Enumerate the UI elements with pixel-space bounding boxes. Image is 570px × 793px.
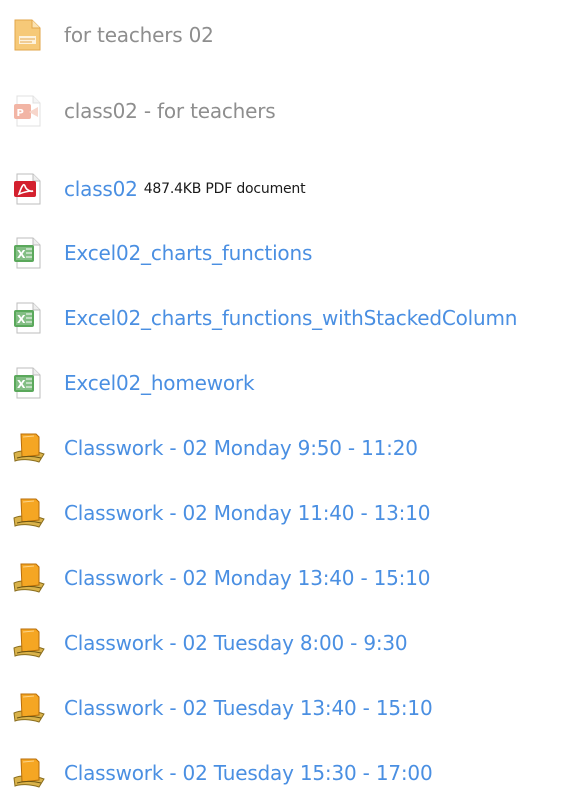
activity-item[interactable]: X Excel02_charts_functions bbox=[12, 233, 312, 273]
assignment-icon bbox=[12, 623, 52, 663]
activity-item[interactable]: P class02 - for teachers bbox=[12, 91, 276, 131]
activity-link[interactable]: Classwork - 02 Tuesday 15:30 - 17:00 bbox=[64, 761, 433, 785]
activity-item[interactable]: class02 487.4KB PDF document bbox=[12, 169, 306, 209]
activity-item[interactable]: Classwork - 02 Tuesday 8:00 - 9:30 bbox=[12, 623, 408, 663]
activity-link[interactable]: Classwork - 02 Tuesday 8:00 - 9:30 bbox=[64, 631, 408, 655]
activity-link[interactable]: class02 - for teachers bbox=[64, 99, 276, 123]
file-details: 487.4KB PDF document bbox=[143, 181, 306, 197]
assignment-icon bbox=[12, 493, 52, 533]
activity-item[interactable]: X Excel02_charts_functions_withStackedCo… bbox=[12, 298, 517, 338]
activity-item[interactable]: X Excel02_homework bbox=[12, 363, 255, 403]
excel-file-icon: X bbox=[12, 233, 52, 273]
activity-link[interactable]: for teachers 02 bbox=[64, 23, 214, 47]
text-page-icon bbox=[12, 15, 52, 55]
activity-link[interactable]: Excel02_homework bbox=[64, 371, 255, 395]
activity-item[interactable]: Classwork - 02 Tuesday 15:30 - 17:00 bbox=[12, 753, 433, 793]
excel-file-icon: X bbox=[12, 298, 52, 338]
activity-item[interactable]: Classwork - 02 Tuesday 13:40 - 15:10 bbox=[12, 688, 433, 728]
activity-item[interactable]: for teachers 02 bbox=[12, 15, 214, 55]
pdf-file-icon bbox=[12, 169, 52, 209]
excel-file-icon: X bbox=[12, 363, 52, 403]
activity-item[interactable]: Classwork - 02 Monday 13:40 - 15:10 bbox=[12, 558, 430, 598]
svg-text:X: X bbox=[17, 248, 26, 261]
activity-link[interactable]: Classwork - 02 Monday 9:50 - 11:20 bbox=[64, 436, 418, 460]
powerpoint-file-icon: P bbox=[12, 91, 52, 131]
activity-link[interactable]: Classwork - 02 Tuesday 13:40 - 15:10 bbox=[64, 696, 433, 720]
activity-link[interactable]: Classwork - 02 Monday 13:40 - 15:10 bbox=[64, 566, 430, 590]
assignment-icon bbox=[12, 428, 52, 468]
assignment-icon bbox=[12, 753, 52, 793]
svg-text:X: X bbox=[17, 313, 26, 326]
svg-text:P: P bbox=[17, 108, 24, 119]
activity-link[interactable]: Excel02_charts_functions_withStackedColu… bbox=[64, 306, 517, 330]
activity-link[interactable]: Classwork - 02 Monday 11:40 - 13:10 bbox=[64, 501, 430, 525]
activity-link[interactable]: Excel02_charts_functions bbox=[64, 241, 312, 265]
activity-link[interactable]: class02 bbox=[64, 177, 138, 201]
activity-item[interactable]: Classwork - 02 Monday 9:50 - 11:20 bbox=[12, 428, 418, 468]
svg-text:X: X bbox=[17, 378, 26, 391]
assignment-icon bbox=[12, 688, 52, 728]
activity-item[interactable]: Classwork - 02 Monday 11:40 - 13:10 bbox=[12, 493, 430, 533]
assignment-icon bbox=[12, 558, 52, 598]
